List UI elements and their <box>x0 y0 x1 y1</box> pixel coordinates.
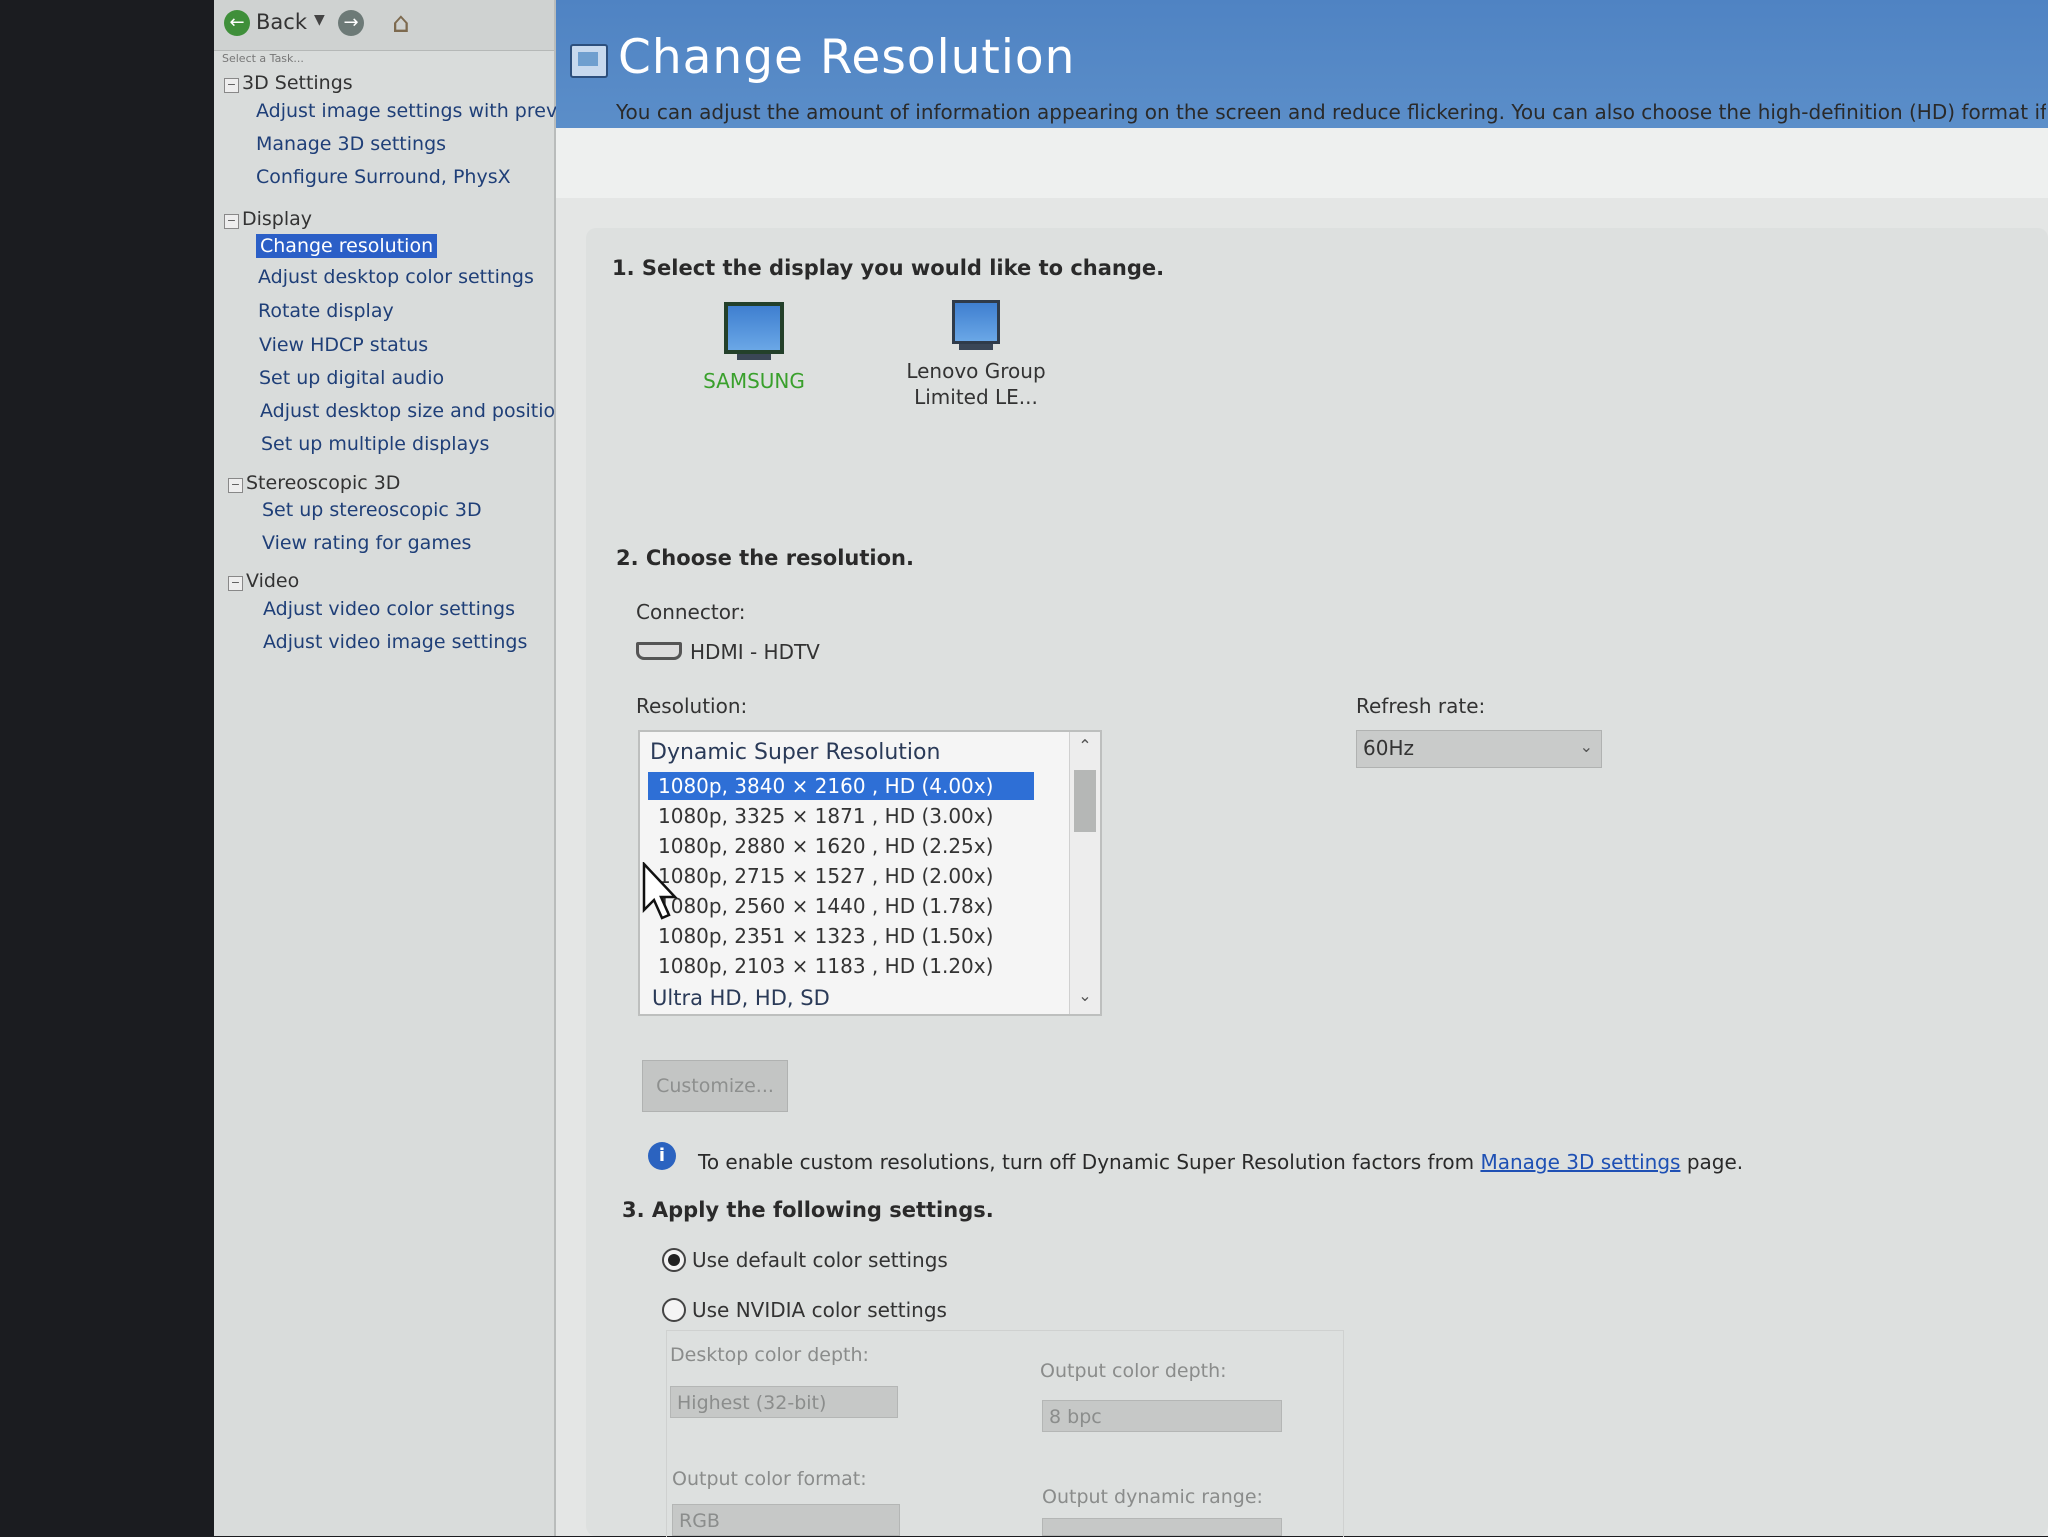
resolution-option[interactable]: 1080p, 3840 × 2160 , HD (4.00x) <box>648 772 1034 800</box>
category-3d-settings[interactable]: −3D Settings <box>224 72 353 94</box>
category-label: Display <box>242 208 313 230</box>
output-color-format-select[interactable]: RGB <box>672 1504 900 1536</box>
customize-button[interactable]: Customize... <box>642 1060 788 1112</box>
intro-text: You can adjust the amount of information… <box>616 100 2046 124</box>
category-display[interactable]: − Display <box>224 208 312 230</box>
main-panel: Change Resolution You can adjust the amo… <box>556 0 2048 1537</box>
display-samsung[interactable]: SAMSUNG <box>674 302 834 394</box>
output-color-depth-label: Output color depth: <box>1040 1360 1227 1382</box>
listbox-scrollbar[interactable]: ⌃ ⌄ <box>1069 732 1100 1014</box>
resolution-option[interactable]: 1080p, 2103 × 1183 , HD (1.20x) <box>648 952 1034 980</box>
step1-heading: 1. Select the display you would like to … <box>612 256 1165 280</box>
sidebar-item-configure-surround[interactable]: Configure Surround, PhysX <box>256 166 511 188</box>
sidebar-item-adjust-image-settings[interactable]: Adjust image settings with preview <box>256 100 590 122</box>
monitor-icon <box>952 300 1000 344</box>
collapse-icon[interactable]: − <box>224 78 239 93</box>
connector-label: Connector: <box>636 600 746 624</box>
category-label: Stereoscopic 3D <box>246 472 401 494</box>
sidebar-item-view-hdcp-status[interactable]: View HDCP status <box>259 334 428 356</box>
info-icon: i <box>648 1142 676 1170</box>
sidebar-item-set-up-stereoscopic-3d[interactable]: Set up stereoscopic 3D <box>262 499 482 521</box>
nvidia-control-panel: ← Back ▼ → ⌂ Select a Task... −3D Settin… <box>214 0 2048 1537</box>
sidebar-item-adjust-video-image[interactable]: Adjust video image settings <box>263 631 527 653</box>
chevron-down-icon[interactable]: ⌄ <box>1580 737 1593 756</box>
step3-heading: 3. Apply the following settings. <box>622 1198 994 1222</box>
mouse-pointer-icon <box>642 862 678 920</box>
category-stereoscopic-3d[interactable]: − Stereoscopic 3D <box>228 472 400 494</box>
manage-3d-settings-link[interactable]: Manage 3D settings <box>1480 1150 1680 1174</box>
resolution-icon <box>570 44 608 78</box>
refresh-rate-value: 60Hz <box>1363 736 1414 760</box>
default-color-radio[interactable] <box>662 1248 686 1272</box>
select-task-hint: Select a Task... <box>222 52 304 65</box>
desktop-color-depth-label: Desktop color depth: <box>670 1344 869 1366</box>
custom-resolution-info: To enable custom resolutions, turn off D… <box>698 1150 1743 1174</box>
resolution-group-header: Dynamic Super Resolution <box>650 740 941 765</box>
scroll-down-icon[interactable]: ⌄ <box>1070 986 1100 1005</box>
connector-value: HDMI - HDTV <box>690 640 820 664</box>
display-lenovo[interactable]: Lenovo Group Limited LE... <box>886 300 1066 410</box>
info-text-after: page. <box>1686 1150 1744 1174</box>
sidebar-item-view-rating-for-games[interactable]: View rating for games <box>262 532 471 554</box>
display-name: Lenovo Group Limited LE... <box>886 358 1066 410</box>
category-label: Video <box>246 570 300 592</box>
home-icon[interactable]: ⌂ <box>392 6 410 39</box>
resolution-listbox[interactable]: Dynamic Super Resolution 1080p, 3840 × 2… <box>638 730 1102 1016</box>
monitor-icon <box>724 302 784 354</box>
page-title: Change Resolution <box>618 30 1076 85</box>
collapse-icon[interactable]: − <box>228 478 243 493</box>
resolution-option[interactable]: 1080p, 2560 × 1440 , HD (1.78x) <box>648 892 1034 920</box>
sidebar-item-manage-3d-settings[interactable]: Manage 3D settings <box>256 133 446 155</box>
hdmi-connector-icon <box>636 642 682 660</box>
category-video[interactable]: − Video <box>228 570 299 592</box>
info-text-before: To enable custom resolutions, turn off D… <box>698 1150 1475 1174</box>
sidebar-item-change-resolution[interactable]: Change resolution <box>256 234 438 258</box>
refresh-rate-select[interactable]: 60Hz ⌄ <box>1356 730 1602 768</box>
task-sidebar: ← Back ▼ → ⌂ Select a Task... −3D Settin… <box>214 0 590 1536</box>
sidebar-item-adjust-desktop-size[interactable]: Adjust desktop size and position <box>260 400 567 422</box>
default-color-label[interactable]: Use default color settings <box>692 1248 948 1272</box>
output-color-format-label: Output color format: <box>672 1468 867 1490</box>
output-dynamic-range-select[interactable] <box>1042 1518 1282 1536</box>
display-name: SAMSUNG <box>703 369 805 393</box>
scroll-up-icon[interactable]: ⌃ <box>1070 736 1100 755</box>
resolution-option[interactable]: 1080p, 3325 × 1871 , HD (3.00x) <box>648 802 1034 830</box>
sidebar-item-adjust-video-color[interactable]: Adjust video color settings <box>263 598 515 620</box>
output-color-depth-select[interactable]: 8 bpc <box>1042 1400 1282 1432</box>
display-name-line1: Lenovo Group <box>906 359 1046 383</box>
back-history-dropdown-icon[interactable]: ▼ <box>314 12 325 28</box>
monitor-stand <box>737 354 771 360</box>
resolution-label: Resolution: <box>636 694 748 718</box>
sidebar-item-set-up-digital-audio[interactable]: Set up digital audio <box>259 367 444 389</box>
back-arrow-icon[interactable]: ← <box>224 10 250 36</box>
sidebar-item-set-up-multiple-displays[interactable]: Set up multiple displays <box>261 433 489 455</box>
desktop-color-depth-select[interactable]: Highest (32-bit) <box>670 1386 898 1418</box>
resolution-option[interactable]: 1080p, 2880 × 1620 , HD (2.25x) <box>648 832 1034 860</box>
step2-heading: 2. Choose the resolution. <box>616 546 914 570</box>
sidebar-item-rotate-display[interactable]: Rotate display <box>258 300 394 322</box>
intro-area <box>556 128 2048 198</box>
category-label: 3D Settings <box>242 72 353 94</box>
sidebar-item-adjust-desktop-color[interactable]: Adjust desktop color settings <box>258 266 534 288</box>
forward-arrow-icon[interactable]: → <box>338 10 364 36</box>
display-name-line2: Limited LE... <box>914 385 1038 409</box>
nvidia-color-label[interactable]: Use NVIDIA color settings <box>692 1298 947 1322</box>
back-button[interactable]: Back <box>256 10 307 34</box>
scroll-thumb[interactable] <box>1074 770 1096 832</box>
navigation-toolbar: ← Back ▼ → ⌂ <box>214 0 554 51</box>
collapse-icon[interactable]: − <box>228 576 243 591</box>
resolution-option[interactable]: 1080p, 2351 × 1323 , HD (1.50x) <box>648 922 1034 950</box>
resolution-option[interactable]: 1080p, 2715 × 1527 , HD (2.00x) <box>648 862 1034 890</box>
output-dynamic-range-label: Output dynamic range: <box>1042 1486 1263 1508</box>
monitor-stand <box>959 344 993 350</box>
resolution-group-header-2: Ultra HD, HD, SD <box>652 986 830 1010</box>
refresh-rate-label: Refresh rate: <box>1356 694 1486 718</box>
nvidia-color-radio[interactable] <box>662 1298 686 1322</box>
collapse-icon[interactable]: − <box>224 214 239 229</box>
